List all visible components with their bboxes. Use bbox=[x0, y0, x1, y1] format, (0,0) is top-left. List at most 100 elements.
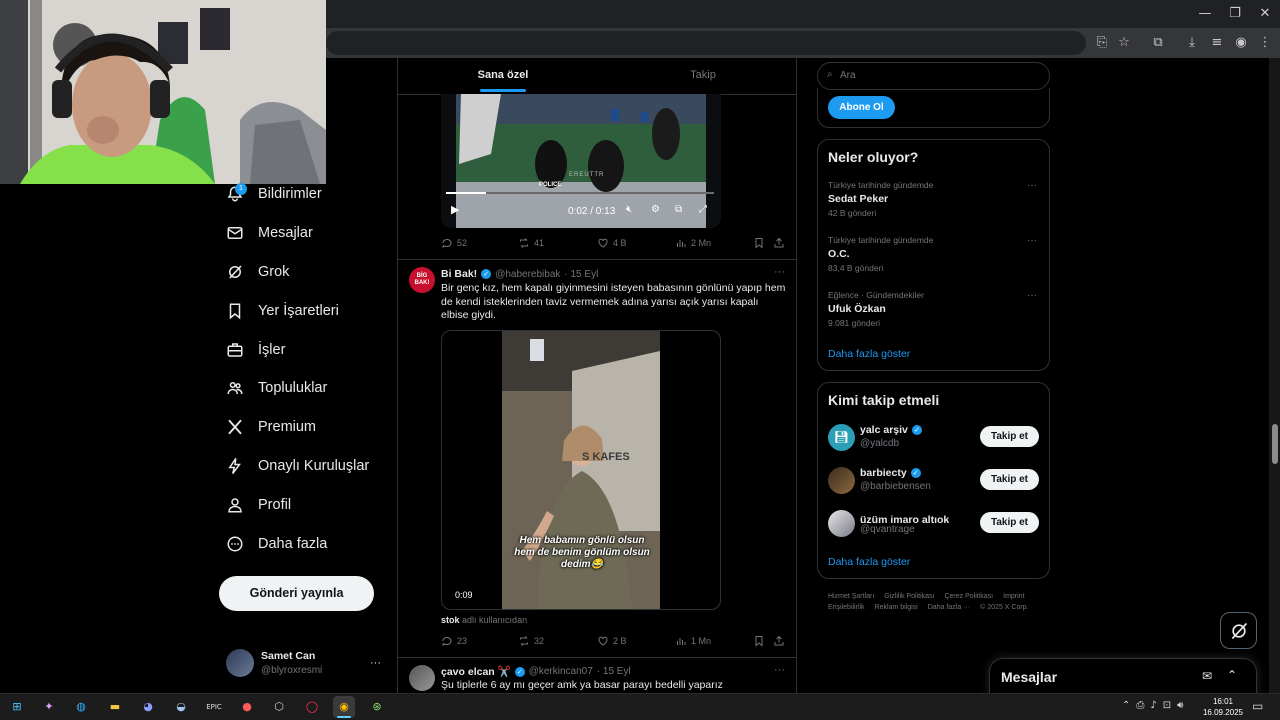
chrome-icon[interactable]: ◉ bbox=[333, 696, 355, 718]
messages-drawer[interactable]: Mesajlar ✉ ⌃ bbox=[989, 658, 1257, 698]
nav-more[interactable]: Daha fazla bbox=[226, 529, 327, 559]
nav-bookmarks[interactable]: Yer İşaretleri bbox=[226, 296, 339, 326]
nav-communities[interactable]: Topluluklar bbox=[226, 373, 327, 403]
share-button[interactable] bbox=[773, 237, 785, 249]
obs-icon[interactable]: ⊛ bbox=[366, 696, 388, 718]
install-app-icon[interactable]: ⎘ bbox=[1092, 33, 1112, 53]
scrollbar-thumb[interactable] bbox=[1272, 424, 1278, 464]
account-avatar[interactable] bbox=[226, 649, 254, 677]
follow-name[interactable]: yalc arşiv bbox=[860, 424, 908, 436]
media-credit-user[interactable]: stok bbox=[441, 615, 460, 625]
address-bar[interactable] bbox=[326, 31, 1086, 55]
pip-icon[interactable]: ⧉ bbox=[675, 204, 682, 215]
play-icon[interactable]: ▶ bbox=[451, 203, 459, 216]
close-button[interactable]: ✕ bbox=[1250, 4, 1280, 24]
follow-avatar[interactable] bbox=[828, 510, 855, 537]
copilot-icon[interactable]: ✦ bbox=[38, 696, 60, 718]
post-author-name[interactable]: Bi Bak! bbox=[441, 268, 477, 280]
views-button[interactable]: 1 Mn bbox=[675, 635, 711, 647]
profile-icon[interactable]: ◉ bbox=[1231, 33, 1251, 53]
nav-verified-orgs[interactable]: Onaylı Kuruluşlar bbox=[226, 451, 369, 481]
grok-floating-button[interactable] bbox=[1220, 612, 1257, 649]
post-author-handle[interactable]: @kerkincan07 bbox=[529, 666, 593, 677]
footer-link[interactable]: Çerez Politikası bbox=[944, 593, 993, 600]
extensions-icon[interactable]: ⧉ bbox=[1148, 33, 1168, 53]
minimize-button[interactable]: — bbox=[1190, 4, 1220, 24]
epic-games-icon[interactable]: EPIC bbox=[203, 696, 225, 718]
subscribe-button[interactable]: Abone Ol bbox=[828, 96, 895, 119]
system-tray-icons[interactable]: ⌃⎙♪⊡🔊︎ bbox=[1122, 700, 1189, 711]
follow-show-more-link[interactable]: Daha fazla göster bbox=[828, 556, 910, 568]
footer-link[interactable]: Gizlilik Politikası bbox=[884, 593, 934, 600]
start-menu-icon[interactable]: ⊞ bbox=[6, 696, 28, 718]
download-icon[interactable]: ⤓ bbox=[1182, 33, 1202, 53]
expand-drawer-icon[interactable]: ⌃ bbox=[1227, 668, 1237, 682]
file-explorer-icon[interactable]: ▬ bbox=[104, 696, 126, 718]
mute-icon[interactable]: 🔇︎ bbox=[626, 204, 632, 215]
follow-button[interactable]: Takip et bbox=[980, 469, 1039, 490]
trend-more-button[interactable]: ··· bbox=[1027, 290, 1037, 301]
share-button[interactable] bbox=[773, 635, 785, 647]
follow-button[interactable]: Takip et bbox=[980, 426, 1039, 447]
post-date[interactable]: · 15 Eyl bbox=[564, 269, 598, 280]
settings-icon[interactable]: ⚙ bbox=[651, 204, 660, 215]
bookmark-button[interactable] bbox=[753, 237, 765, 249]
post-button[interactable]: Gönderi yayınla bbox=[219, 576, 374, 611]
reply-button[interactable]: 52 bbox=[441, 237, 467, 249]
nav-messages[interactable]: Mesajlar bbox=[226, 218, 313, 248]
bookmark-star-icon[interactable]: ☆ bbox=[1114, 33, 1134, 53]
footer-link[interactable]: Erişilebilirlik bbox=[828, 604, 865, 611]
tab-following[interactable]: Takip bbox=[608, 58, 796, 94]
video-player[interactable]: S KAFES Hem babamın gönlü olsun hem de b… bbox=[441, 330, 721, 610]
opera-gx-icon[interactable]: ◯ bbox=[301, 696, 323, 718]
browser-menu-icon[interactable]: ⋮ bbox=[1255, 33, 1275, 53]
trend-more-button[interactable]: ··· bbox=[1027, 235, 1037, 246]
footer-link[interactable]: Hizmet Şartları bbox=[828, 593, 874, 600]
nav-premium[interactable]: Premium bbox=[226, 412, 316, 442]
footer-link[interactable]: Reklam bilgisi bbox=[875, 604, 918, 611]
repost-button[interactable]: 32 bbox=[518, 635, 544, 647]
trend-item[interactable]: Eğlence · Gündemdekiler Ufuk Özkan 9.081… bbox=[828, 290, 1043, 328]
trend-item[interactable]: Türkiye tarihinde gündemde O.C. 83,4 B g… bbox=[828, 235, 1043, 273]
page-scrollbar[interactable] bbox=[1269, 58, 1280, 693]
nav-profile[interactable]: Profil bbox=[226, 490, 291, 520]
nav-jobs[interactable]: İşler bbox=[226, 335, 285, 365]
recorder-icon[interactable]: ● bbox=[236, 696, 258, 718]
clock[interactable]: 16:01 16.09.2025 bbox=[1200, 696, 1246, 718]
edge-icon[interactable]: ◍ bbox=[70, 696, 92, 718]
trends-show-more-link[interactable]: Daha fazla göster bbox=[828, 348, 910, 360]
nav-grok[interactable]: Grok bbox=[226, 257, 289, 287]
post-more-button[interactable]: ··· bbox=[774, 664, 785, 676]
reply-button[interactable]: 23 bbox=[441, 635, 467, 647]
footer-link[interactable]: Daha fazla ··· bbox=[928, 604, 970, 611]
trend-more-button[interactable]: ··· bbox=[1027, 180, 1037, 191]
post-author-handle[interactable]: @haberebibak bbox=[495, 269, 560, 280]
restore-button[interactable]: ❐ bbox=[1220, 4, 1250, 24]
post-more-button[interactable]: ··· bbox=[774, 266, 785, 278]
account-more-button[interactable]: ··· bbox=[370, 657, 381, 669]
app-hex-icon[interactable]: ⬡ bbox=[268, 696, 290, 718]
media-control-icon[interactable]: ≡ bbox=[1207, 33, 1227, 53]
discord-icon[interactable]: ◕ bbox=[137, 696, 159, 718]
video-player[interactable]: POLICE EREUTTR ▶ 0:02 / 0:13 🔇︎ ⚙ ⧉ ⤢ bbox=[441, 94, 721, 228]
search-box[interactable]: ⌕ Ara bbox=[817, 62, 1050, 90]
like-button[interactable]: 2 B bbox=[597, 635, 627, 647]
account-name[interactable]: Samet Can bbox=[261, 650, 315, 662]
post-avatar[interactable]: BİG BAK! bbox=[409, 267, 435, 293]
notification-center-icon[interactable]: ▭ bbox=[1252, 699, 1263, 713]
follow-name[interactable]: barbiecty bbox=[860, 467, 907, 479]
fullscreen-icon[interactable]: ⤢ bbox=[699, 204, 707, 215]
like-button[interactable]: 4 B bbox=[597, 237, 627, 249]
footer-link[interactable]: Imprint bbox=[1003, 593, 1024, 600]
bookmark-button[interactable] bbox=[753, 635, 765, 647]
video-progress-track[interactable] bbox=[446, 192, 714, 194]
post-date[interactable]: · 15 Eyl bbox=[597, 666, 631, 677]
repost-button[interactable]: 41 bbox=[518, 237, 544, 249]
views-button[interactable]: 2 Mn bbox=[675, 237, 711, 249]
steam-icon[interactable]: ◒ bbox=[170, 696, 192, 718]
follow-avatar[interactable] bbox=[828, 467, 855, 494]
new-message-icon[interactable]: ✉ bbox=[1202, 669, 1212, 683]
post-avatar[interactable] bbox=[409, 665, 435, 691]
trend-item[interactable]: Türkiye tarihinde gündemde Sedat Peker 4… bbox=[828, 180, 1043, 218]
follow-avatar[interactable]: 💾︎ bbox=[828, 424, 855, 451]
